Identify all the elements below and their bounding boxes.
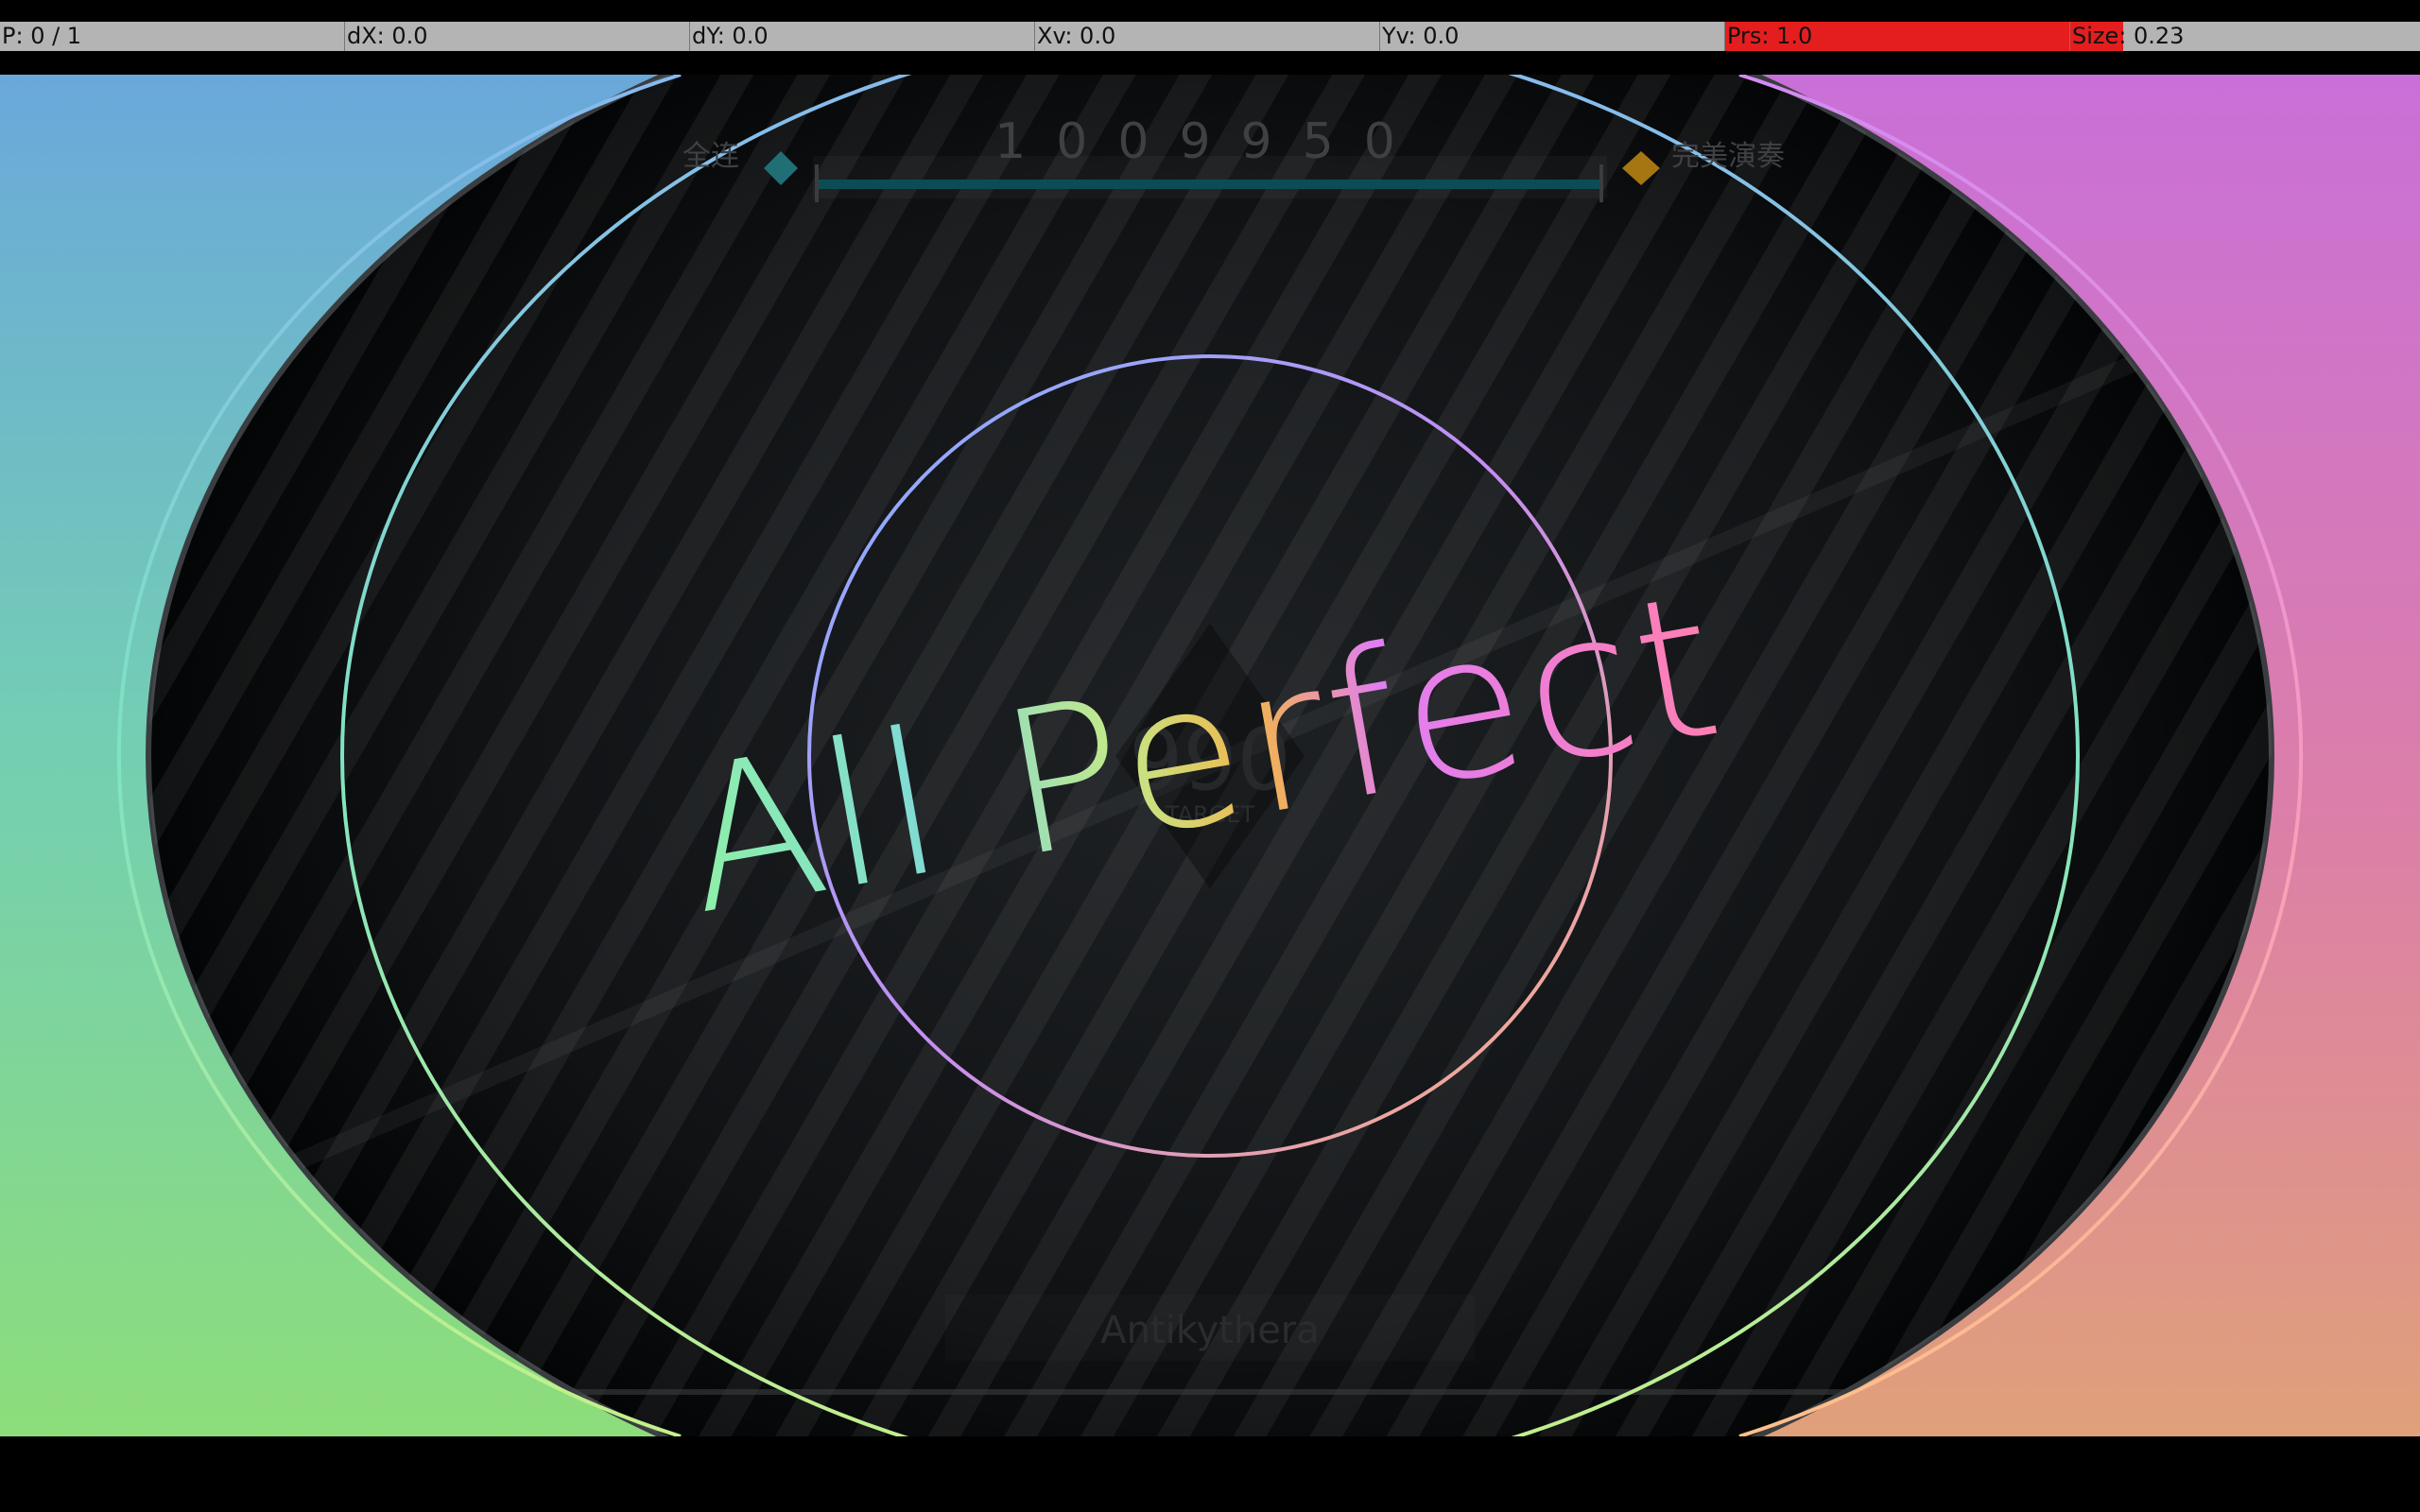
full-combo-label: 全连 <box>683 140 739 173</box>
debug-size: Size: 0.23 <box>2070 22 2185 51</box>
debug-status-bar: P: 0 / 1 dX: 0.0 dY: 0.0 Xv: 0.0 Yv: 0.0… <box>0 22 2420 51</box>
debug-velocity-x: Xv: 0.0 <box>1035 22 1380 51</box>
all-perfect-text: All Perfect <box>667 581 1737 940</box>
debug-pressure: Prs: 1.0 <box>1725 22 2070 51</box>
all-perfect-label: 完美演奏 <box>1671 140 1785 173</box>
song-title: Antikythera <box>1100 1309 1320 1352</box>
debug-pointer-count: P: 0 / 1 <box>0 22 345 51</box>
debug-delta-x: dX: 0.0 <box>345 22 690 51</box>
bottom-letterbox <box>0 1436 2420 1512</box>
all-perfect-banner: All Perfect <box>667 581 1737 940</box>
score-display: 1009950 <box>994 113 1426 170</box>
debug-delta-y: dY: 0.0 <box>690 22 1035 51</box>
debug-velocity-y: Yv: 0.0 <box>1380 22 1725 51</box>
